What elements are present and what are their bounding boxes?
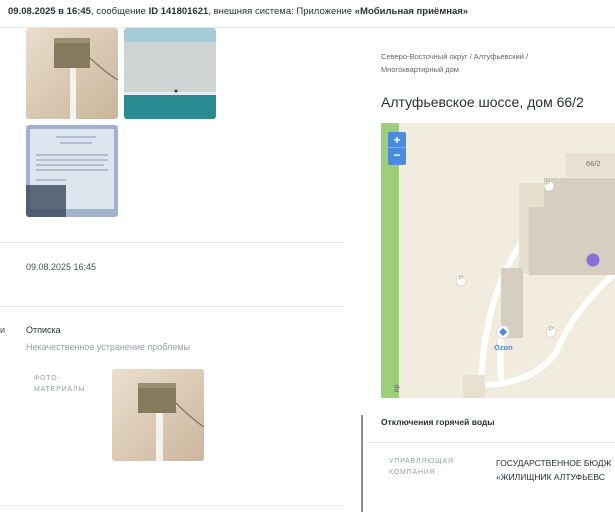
map-street-label: ер [393, 384, 401, 393]
message-datetime: 09.08.2025 в 16:45 [8, 6, 91, 17]
section-divider [0, 242, 344, 243]
section-divider [0, 505, 344, 506]
system-prefix: , внешняя система: Приложение [208, 6, 355, 17]
external-system-name: «Мобильная приёмная» [354, 6, 469, 17]
company-label: УПРАВЛЯЮЩАЯ КОМПАНИЯ [389, 456, 454, 478]
map-zoom-controls: + − [388, 132, 406, 165]
parking-label: P [459, 276, 464, 282]
map-widget[interactable]: 66/2 P P P Ozon ер + − [381, 123, 615, 398]
zoom-out-button[interactable]: − [388, 148, 406, 164]
message-id: ID 141801621 [148, 6, 209, 17]
message-info-bar: 09.08.2025 в 16:45, сообщение ID 1418016… [0, 0, 615, 28]
address-title: Алтуфьевское шоссе, дом 66/2 [381, 94, 584, 110]
response-reason: Некачественное устранение проблемы [26, 342, 190, 352]
map-poi-ozon[interactable]: Ozon [494, 343, 513, 352]
breadcrumb-line1[interactable]: Северо-Восточный округ / Алтуфьевский / [381, 50, 528, 63]
section-divider [366, 442, 615, 443]
parking-label: P [549, 327, 554, 333]
photo-materials-label: ФОТО- МАТЕРИАЛЫ [34, 373, 85, 395]
photo-thumbnail-3[interactable] [26, 125, 118, 217]
photo-label-line2: МАТЕРИАЛЫ [34, 386, 86, 393]
response-photo-thumbnail[interactable] [112, 369, 204, 461]
field-label-cut: и [0, 325, 6, 335]
hot-water-outages-title: Отключения горячей воды [381, 417, 495, 427]
company-label-line1: УПРАВЛЯЮЩАЯ [389, 458, 454, 465]
response-status: Отписка [26, 325, 61, 335]
message-details-panel[interactable]: 09.08.2025 16:45 и Отписка Некачественно… [0, 28, 362, 512]
photo-label-line1: ФОТО- [34, 375, 61, 382]
zoom-in-button[interactable]: + [388, 132, 406, 148]
registration-date: 09.08.2025 16:45 [26, 262, 97, 272]
management-company-name[interactable]: ГОСУДАРСТВЕННОЕ БЮДЖ «ЖИЛИЩНИК АЛТУФЬЕВС [496, 456, 611, 484]
section-divider [0, 306, 344, 307]
breadcrumb: Северо-Восточный округ / Алтуфьевский / … [381, 50, 528, 76]
company-label-line2: КОМПАНИЯ [389, 469, 436, 476]
photo-thumbnail-2[interactable] [124, 28, 216, 119]
address-info-panel: Северо-Восточный округ / Алтуфьевский / … [366, 28, 615, 512]
parking-label: P [546, 181, 551, 187]
scrollbar-thumb[interactable] [361, 415, 363, 512]
map-building-label: 66/2 [586, 159, 601, 168]
company-name-line1: ГОСУДАРСТВЕННОЕ БЮДЖ [496, 458, 612, 468]
breadcrumb-line2[interactable]: Многоквартирный дом [381, 63, 528, 76]
photo-thumbnail-1[interactable] [26, 28, 118, 119]
message-prefix: , сообщение [90, 6, 149, 17]
company-name-line2: «ЖИЛИЩНИК АЛТУФЬЕВС [496, 472, 605, 482]
